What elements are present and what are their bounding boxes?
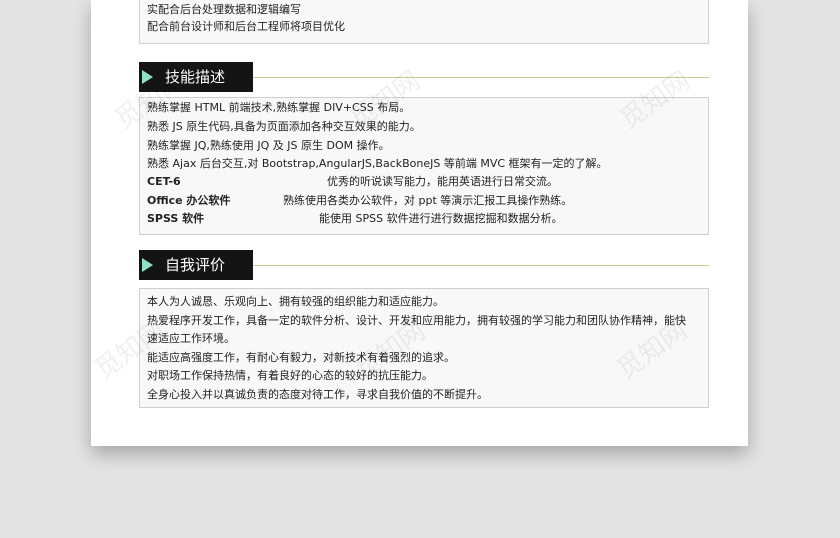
self-eval-line-6: 全身心投入并以真诚负责的态度对待工作，寻求自我价值的不断提升。 bbox=[147, 388, 488, 401]
skills-section-title: 技能描述 bbox=[165, 68, 226, 86]
skills-line-4: 熟悉 Ajax 后台交互,对 Bootstrap,AngularJS,BackB… bbox=[147, 157, 608, 170]
triangle-icon bbox=[142, 258, 153, 272]
self-eval-line-5: 对职场工作保持热情，有着良好的心态的较好的抗压能力。 bbox=[147, 369, 433, 382]
self-eval-divider bbox=[253, 265, 709, 266]
skills-divider bbox=[253, 77, 709, 78]
triangle-icon bbox=[142, 70, 153, 84]
self-eval-line-2: 热爱程序开发工作，具备一定的软件分析、设计、开发和应用能力，拥有较强的学习能力和… bbox=[147, 314, 686, 327]
self-eval-line-3: 速适应工作环境。 bbox=[147, 332, 235, 345]
skill-key-spss: SPSS 软件 bbox=[147, 212, 205, 225]
self-eval-line-1: 本人为人诚恳、乐观向上、拥有较强的组织能力和适应能力。 bbox=[147, 295, 444, 308]
self-eval-box: 本人为人诚恳、乐观向上、拥有较强的组织能力和适应能力。 热爱程序开发工作，具备一… bbox=[139, 288, 709, 408]
skills-line-2: 熟悉 JS 原生代码,具备为页面添加各种交互效果的能力。 bbox=[147, 120, 421, 133]
skill-value-spss: 能使用 SPSS 软件进行进行数据挖掘和数据分析。 bbox=[319, 212, 563, 225]
project-description-box: 实配合后台处理数据和逻辑编写 配合前台设计师和后台工程师将项目优化 bbox=[139, 0, 709, 44]
self-eval-line-4: 能适应高强度工作，有耐心有毅力，对新技术有着强烈的追求。 bbox=[147, 351, 455, 364]
skill-key-office: Office 办公软件 bbox=[147, 194, 231, 207]
skills-section-header: 技能描述 bbox=[139, 62, 709, 92]
skills-line-3: 熟练掌握 JQ,熟练使用 JQ 及 JS 原生 DOM 操作。 bbox=[147, 139, 390, 152]
skills-box: 熟练掌握 HTML 前端技术,熟练掌握 DIV+CSS 布局。 熟悉 JS 原生… bbox=[139, 97, 709, 235]
skill-value-office: 熟练使用各类办公软件，对 ppt 等演示汇报工具操作熟练。 bbox=[283, 194, 573, 207]
skill-value-cet6: 优秀的听说读写能力，能用英语进行日常交流。 bbox=[327, 175, 558, 188]
self-eval-section-title: 自我评价 bbox=[165, 256, 226, 274]
project-line-2: 配合前台设计师和后台工程师将项目优化 bbox=[147, 20, 345, 33]
skill-key-cet6: CET-6 bbox=[147, 175, 181, 188]
resume-page: 实配合后台处理数据和逻辑编写 配合前台设计师和后台工程师将项目优化 技能描述 熟… bbox=[91, 0, 748, 446]
self-eval-section-header: 自我评价 bbox=[139, 250, 709, 280]
skills-line-1: 熟练掌握 HTML 前端技术,熟练掌握 DIV+CSS 布局。 bbox=[147, 101, 411, 114]
